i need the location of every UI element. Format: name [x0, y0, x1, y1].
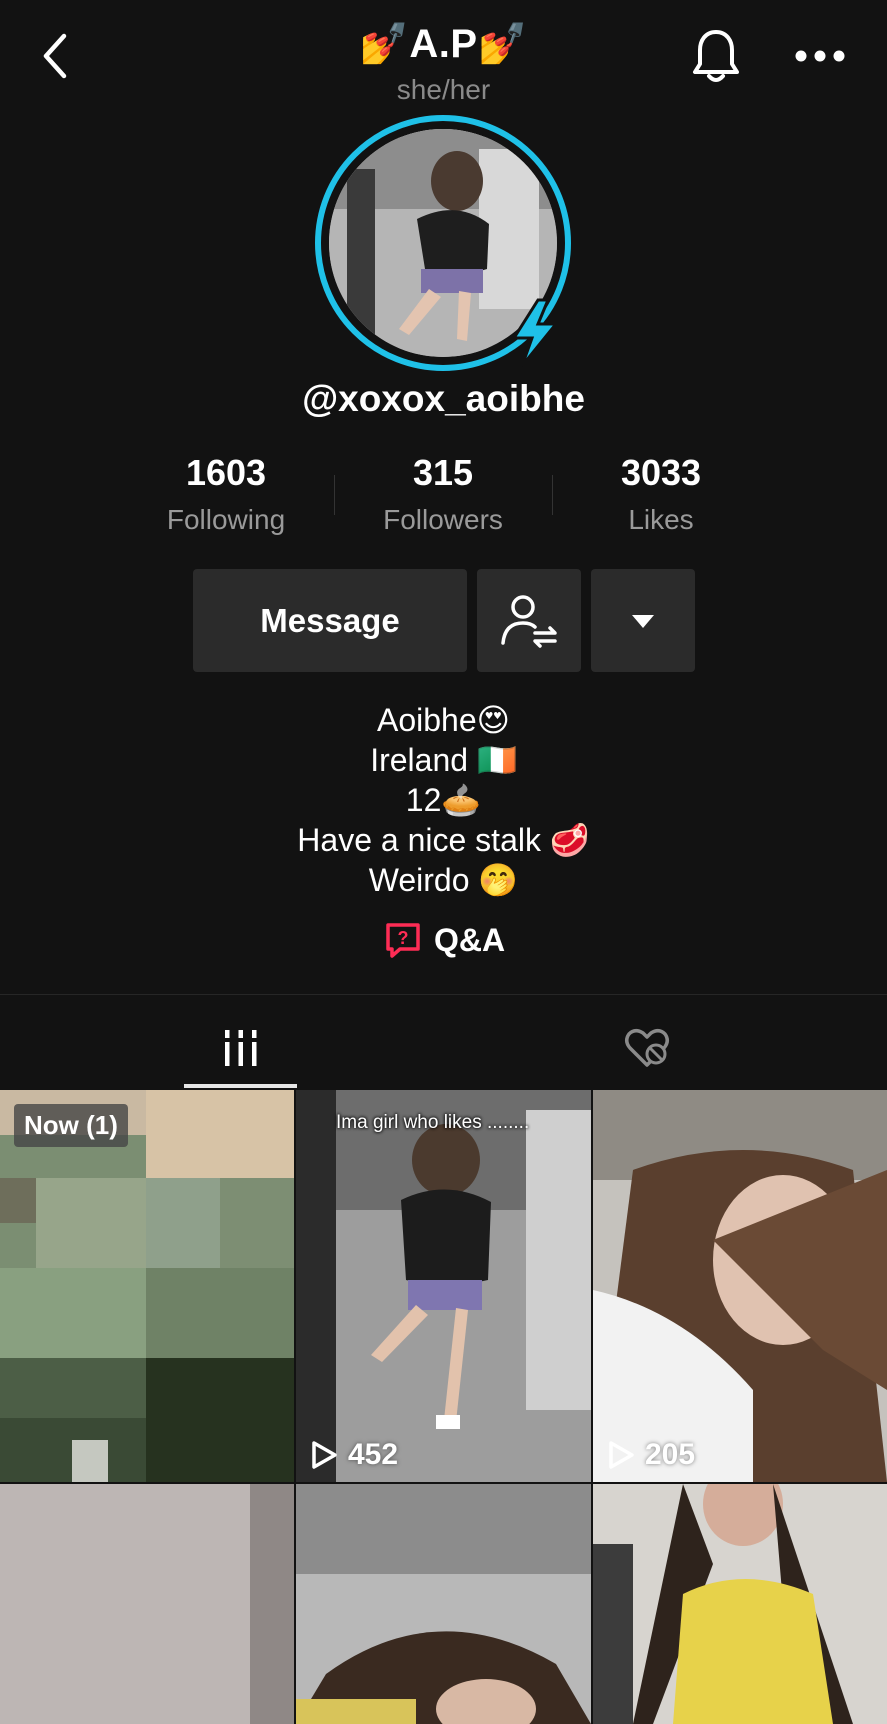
stat-value: 1603 — [185, 452, 267, 493]
tab-videos[interactable] — [184, 1010, 297, 1085]
friends-button[interactable] — [477, 569, 581, 672]
tab-liked[interactable] — [590, 1010, 703, 1085]
stat-label: Likes — [628, 504, 694, 535]
stat-following[interactable]: 1603 Following — [126, 452, 326, 536]
play-icon — [312, 1441, 337, 1469]
friend-follow-icon — [501, 594, 557, 648]
stat-divider — [334, 475, 335, 515]
notification-button[interactable] — [688, 24, 744, 88]
pronouns: she/her — [396, 74, 491, 105]
bio-line: Ireland 🇮🇪 — [370, 742, 517, 778]
video-tile[interactable] — [0, 1484, 294, 1724]
video-tile-draft[interactable]: Now (1) — [0, 1090, 294, 1482]
tabs-divider — [0, 994, 887, 995]
profile-display-name: 💅A.P💅 — [359, 22, 528, 66]
caret-down-icon — [632, 614, 654, 628]
stat-followers[interactable]: 315 Followers — [343, 452, 543, 536]
play-icon — [609, 1441, 634, 1469]
hidden-heart-icon — [624, 1028, 669, 1067]
view-count: 205 — [607, 1438, 695, 1472]
view-count-value: 205 — [645, 1438, 696, 1471]
qa-label: Q&A — [434, 921, 506, 958]
video-caption: Ima girl who likes ........ — [336, 1112, 530, 1133]
message-button[interactable]: Message — [193, 569, 467, 672]
stat-label: Followers — [383, 504, 503, 535]
bio-line: Aoibhe😍 — [377, 702, 510, 738]
stat-likes[interactable]: 3033 Likes — [561, 452, 761, 536]
stat-divider — [552, 475, 553, 515]
more-options-button[interactable] — [790, 36, 850, 76]
bio-line: Weirdo 🤭 — [368, 862, 519, 898]
qa-icon: ? — [386, 923, 420, 958]
stat-label: Following — [166, 504, 286, 535]
bio-line: 12🥧 — [405, 782, 482, 818]
video-tile[interactable]: Ima girl who likes ........ 452 — [296, 1090, 591, 1482]
video-tile[interactable] — [593, 1484, 887, 1724]
draft-badge: Now (1) — [14, 1104, 128, 1147]
video-tile[interactable] — [296, 1484, 591, 1724]
bio-line: Have a nice stalk 🥩 — [297, 822, 590, 858]
bio: Aoibhe😍 Ireland 🇮🇪 12🥧 Have a nice stalk… — [0, 700, 887, 900]
qa-link[interactable]: ? Q&A — [384, 921, 505, 959]
view-count: 452 — [310, 1438, 398, 1472]
video-tile[interactable]: 205 — [593, 1090, 887, 1482]
tab-selected-indicator — [184, 1084, 297, 1088]
username: @xoxox_aoibhe — [302, 378, 585, 419]
live-badge-icon — [511, 298, 560, 367]
more-dots-icon — [795, 50, 845, 62]
stat-value: 315 — [412, 452, 474, 493]
stat-value: 3033 — [620, 452, 702, 493]
bell-icon — [693, 30, 739, 82]
svg-text:?: ? — [398, 928, 409, 948]
view-count-value: 452 — [348, 1438, 399, 1471]
grid-bars-icon — [224, 1029, 256, 1066]
suggested-accounts-button[interactable] — [591, 569, 695, 672]
